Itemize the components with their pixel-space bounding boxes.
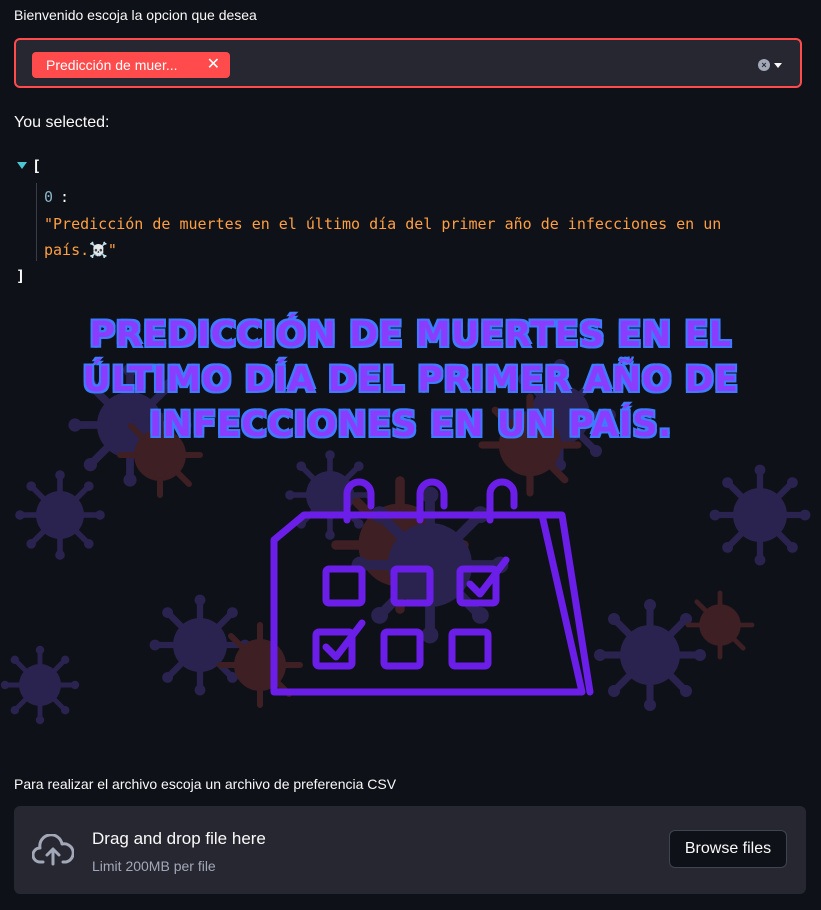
- json-index: 0: [44, 188, 54, 206]
- chevron-down-icon[interactable]: [774, 63, 782, 68]
- close-icon[interactable]: ✕: [207, 57, 220, 73]
- dropzone-title: Drag and drop file here: [92, 829, 266, 848]
- calendar-icon: [270, 478, 594, 696]
- app-root: Bienvenido escoja la opcion que desea Pr…: [0, 0, 821, 910]
- json-indent-guide: [36, 183, 37, 261]
- hero-image: PREDICCIÓN DE MUERTES EN EL ÚLTIMO DÍA D…: [0, 305, 821, 755]
- hero-title: PREDICCIÓN DE MUERTES EN EL ÚLTIMO DÍA D…: [82, 315, 739, 445]
- json-close-bracket: ]: [16, 267, 26, 285]
- result-heading: You selected:: [14, 114, 110, 131]
- expand-triangle-icon[interactable]: [17, 162, 27, 169]
- json-viewer: [ 0 : "Predicción de muertes en el últim…: [14, 155, 804, 290]
- selected-option-tag[interactable]: Predicción de muer... ✕: [32, 52, 230, 78]
- json-string-value: "Predicción de muertes en el último día …: [44, 215, 722, 259]
- selected-option-label: Predicción de muer...: [46, 57, 178, 73]
- file-dropzone[interactable]: Drag and drop file here Limit 200MB per …: [14, 806, 806, 894]
- select-label: Bienvenido escoja la opcion que desea: [14, 7, 257, 23]
- dropzone-limit: Limit 200MB per file: [92, 858, 216, 874]
- cloud-upload-icon: [31, 833, 75, 871]
- json-colon: :: [60, 188, 70, 206]
- json-open-bracket: [: [32, 157, 42, 175]
- option-multiselect[interactable]: Predicción de muer... ✕ ×: [14, 38, 802, 88]
- upload-label: Para realizar el archivo escoja un archi…: [14, 776, 397, 792]
- clear-icon[interactable]: ×: [758, 59, 770, 71]
- browse-files-button[interactable]: Browse files: [669, 830, 787, 868]
